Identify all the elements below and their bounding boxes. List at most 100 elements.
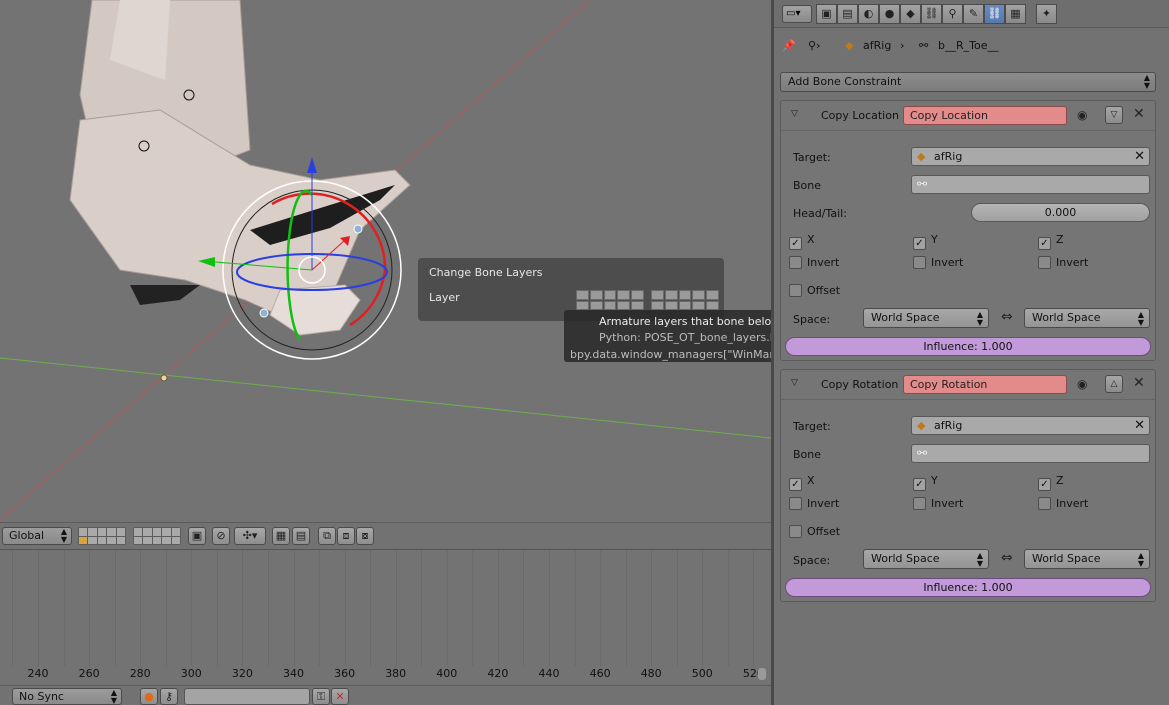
world-tab-icon[interactable]: ● [879, 4, 900, 24]
object-icon: ◆ [917, 419, 926, 432]
target-value: afRig [934, 150, 963, 163]
render-tab-icon[interactable]: ▣ [816, 4, 837, 24]
invert-x-checkbox[interactable]: Invert [789, 256, 839, 269]
influence-slider[interactable]: Influence: 1.000 [785, 337, 1151, 356]
timeline-grid-line [319, 550, 321, 666]
timeline[interactable]: 240 260 280 300 320 340 360 380 400 420 440 460 480 5… [0, 550, 771, 685]
close-icon[interactable]: ✕ [1133, 107, 1145, 121]
tooltip-python: Python: POSE_OT_bone_layers.layers [599, 331, 771, 344]
invert-y-checkbox[interactable]: Invert [913, 256, 963, 269]
offset-checkbox[interactable]: Offset [789, 284, 840, 297]
add-bone-constraint-dropdown[interactable]: Add Bone Constraint ▲ ▼ [780, 72, 1156, 92]
render-icon[interactable]: ▦ [272, 527, 290, 545]
pin-icon[interactable]: 📌 [782, 39, 796, 52]
subtarget-bone-field[interactable]: ⚯ [911, 175, 1150, 194]
target-space-dropdown[interactable]: World Space ▲ ▼ [863, 549, 989, 569]
clear-icon[interactable]: ✕ [1134, 148, 1145, 165]
constraints-tab-icon[interactable]: ⛓ [921, 4, 942, 24]
armature-icon: ⚲› [808, 39, 821, 52]
invert-z-checkbox[interactable]: Invert [1038, 256, 1088, 269]
x-axis-line [0, 357, 771, 439]
timeline-grid-line [293, 550, 295, 666]
eye-icon[interactable]: ◉ [1077, 108, 1087, 122]
copy-location-header[interactable]: ▽ Copy Location Copy Location ◉ ▽ ✕ [781, 101, 1155, 131]
eye-icon[interactable]: ◉ [1077, 377, 1087, 391]
scene-layers-left[interactable] [78, 527, 126, 545]
sync-mode-value: No Sync [19, 690, 64, 703]
constraint-name-field[interactable]: Copy Rotation [903, 375, 1067, 394]
armature-tab-icon[interactable]: ⚲ [942, 4, 963, 24]
keying-set-icon[interactable]: ⚷ [160, 688, 178, 705]
texture-tab-icon[interactable]: ▦ [1005, 4, 1026, 24]
timeline-grid-line [242, 550, 244, 666]
editor-type-icon[interactable]: ▭▾ [782, 5, 812, 23]
3d-viewport[interactable]: Change Bone Layers Layer Armature layers… [0, 0, 771, 522]
layer-grid-right[interactable] [651, 290, 719, 310]
offset-checkbox[interactable]: Offset [789, 525, 840, 538]
record-icon[interactable]: ● [140, 688, 158, 705]
sync-mode-dropdown[interactable]: No Sync ▲ ▼ [12, 688, 122, 705]
breadcrumb-object: afRig [863, 39, 892, 52]
close-icon[interactable]: ✕ [1133, 376, 1145, 390]
layer-grid-left[interactable] [576, 290, 644, 310]
move-down-icon[interactable]: ▽ [1105, 106, 1123, 124]
layers-tab-icon[interactable]: ▤ [837, 4, 858, 24]
clear-icon[interactable]: ✕ [1134, 417, 1145, 434]
use-x-checkbox[interactable]: ✓ X [789, 474, 815, 491]
physics-tab-icon[interactable]: ✦ [1036, 4, 1057, 24]
bone-tab-icon[interactable]: ✎ [963, 4, 984, 24]
add-constraint-label: Add Bone Constraint [788, 75, 902, 88]
frame-label: 340 [283, 667, 304, 680]
orientation-dropdown[interactable]: Global ▲ ▼ [2, 527, 72, 545]
use-y-checkbox[interactable]: ✓ Y [913, 233, 938, 250]
target-field[interactable]: ◆ afRig ✕ [911, 147, 1150, 166]
influence-slider[interactable]: Influence: 1.000 [785, 578, 1151, 597]
owner-space-dropdown[interactable]: World Space ▲ ▼ [1024, 308, 1150, 328]
copy-pose-icon[interactable]: ⧉ [318, 527, 336, 545]
bone-constraints-tab-icon[interactable]: ⛓ [984, 4, 1005, 24]
constraint-name-field[interactable]: Copy Location [903, 106, 1067, 125]
bone-icon: ⚯ [917, 177, 928, 191]
orientation-value: Global [9, 529, 45, 542]
timeline-grid-line [497, 550, 499, 666]
use-z-checkbox[interactable]: ✓ Z [1038, 474, 1064, 491]
use-x-checkbox[interactable]: ✓ X [789, 233, 815, 250]
scene-layers-right[interactable] [133, 527, 181, 545]
move-up-icon[interactable]: △ [1105, 375, 1123, 393]
invert-z-checkbox[interactable]: Invert [1038, 497, 1088, 510]
headtail-field[interactable]: 0.000 [971, 203, 1150, 222]
target-space-dropdown[interactable]: World Space ▲ ▼ [863, 308, 989, 328]
render-anim-icon[interactable]: ▤ [292, 527, 310, 545]
timeline-grid-line [63, 550, 65, 666]
object-tab-icon[interactable]: ◆ [900, 4, 921, 24]
subtarget-bone-field[interactable]: ⚯ [911, 444, 1150, 463]
timeline-scrollbar[interactable] [758, 668, 766, 680]
target-label: Target: [793, 151, 831, 164]
keying-set-field[interactable] [184, 688, 310, 705]
proportional-edit-icon[interactable]: ⊘ [212, 527, 230, 545]
collapse-triangle-icon[interactable]: ▽ [791, 378, 798, 388]
properties-editor: ▭▾ ▣ ▤ ◐ ● ◆ ⛓ ⚲ ✎ ⛓ ▦ ✦ 📌 ⚲› ◆ afRig › … [774, 0, 1169, 705]
timeline-grid-line [191, 550, 193, 666]
use-z-checkbox[interactable]: ✓ Z [1038, 233, 1064, 250]
copy-rotation-header[interactable]: ▽ Copy Rotation Copy Rotation ◉ △ ✕ [781, 370, 1155, 400]
target-field[interactable]: ◆ afRig ✕ [911, 416, 1150, 435]
insert-keyframe-icon[interactable]: ⚿ [312, 688, 330, 705]
invert-x-checkbox[interactable]: Invert [789, 497, 839, 510]
tooltip: Armature layers that bone belongs to Pyt… [564, 310, 771, 362]
lock-layers-icon[interactable]: ▣ [188, 527, 206, 545]
timeline-grid-line [574, 550, 576, 666]
scene-tab-icon[interactable]: ◐ [858, 4, 879, 24]
paste-pose-icon[interactable]: ⧈ [337, 527, 355, 545]
space-label: Space: [793, 554, 831, 567]
frame-label: 460 [589, 667, 611, 680]
use-y-checkbox[interactable]: ✓ Y [913, 474, 938, 491]
delete-keyframe-icon[interactable]: ✕ [331, 688, 349, 705]
paste-flipped-icon[interactable]: ⧇ [356, 527, 374, 545]
timeline-grid-line [267, 550, 269, 666]
owner-space-dropdown[interactable]: World Space ▲ ▼ [1024, 549, 1150, 569]
invert-y-checkbox[interactable]: Invert [913, 497, 963, 510]
collapse-triangle-icon[interactable]: ▽ [791, 109, 798, 119]
z-arrow-head [307, 157, 317, 173]
snap-element-icon[interactable]: ✣▾ [234, 527, 266, 545]
